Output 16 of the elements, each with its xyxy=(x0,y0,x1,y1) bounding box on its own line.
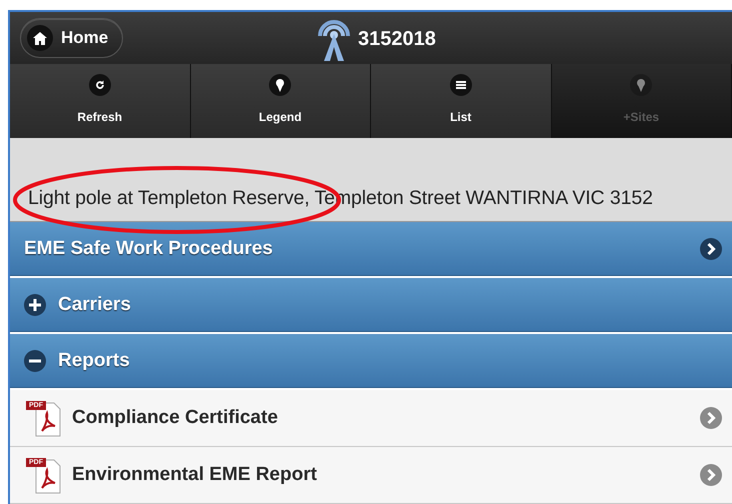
home-icon xyxy=(33,32,47,45)
list-icon xyxy=(454,79,467,92)
pin-icon xyxy=(274,78,286,92)
page-title: 3152018 xyxy=(358,28,436,50)
toolbar-button[interactable]: Refresh xyxy=(10,64,190,138)
section-header[interactable]: Reports xyxy=(10,335,732,387)
chevron-right-icon xyxy=(700,238,722,260)
chevron-right-icon xyxy=(700,464,722,486)
section-header[interactable]: EME Safe Work Procedures xyxy=(10,223,732,275)
home-button[interactable]: Home xyxy=(20,18,124,58)
toolbar-button[interactable]: Legend xyxy=(190,64,371,138)
section-header[interactable]: Carriers xyxy=(10,279,732,331)
pin-icon xyxy=(635,78,648,92)
refresh-icon xyxy=(94,79,106,92)
chevron-right-icon xyxy=(700,407,722,429)
toolbar-button[interactable]: List xyxy=(371,64,552,138)
